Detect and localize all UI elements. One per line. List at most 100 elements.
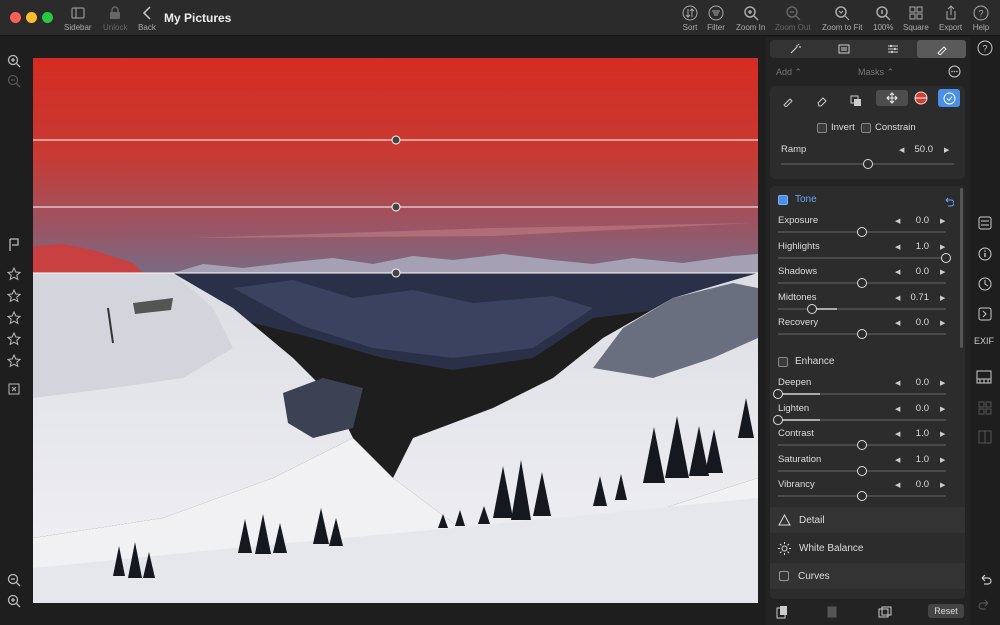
brush-tool-icon[interactable]: [782, 94, 794, 112]
slider-knob[interactable]: [941, 252, 951, 263]
adjustment-slider[interactable]: [778, 491, 946, 502]
scrollbar[interactable]: [960, 188, 963, 348]
slider-knob[interactable]: [862, 159, 873, 169]
adjust-panel-icon[interactable]: [978, 216, 992, 235]
tone-checkbox[interactable]: [778, 195, 788, 205]
adjustment-value[interactable]: 1.0: [899, 428, 929, 439]
ramp-slider[interactable]: [781, 159, 954, 169]
export-button[interactable]: Export: [939, 5, 962, 32]
adjustment-value[interactable]: 0.0: [899, 403, 929, 414]
star-icon[interactable]: [6, 353, 22, 369]
sidebar-button[interactable]: Sidebar: [64, 5, 92, 32]
increment-arrow-icon[interactable]: ▶: [940, 243, 945, 251]
split-view-icon[interactable]: [978, 430, 992, 449]
ramp-value[interactable]: 50.0: [903, 144, 934, 155]
increment-arrow-icon[interactable]: ▶: [940, 405, 945, 413]
adjustment-value[interactable]: 0.0: [899, 479, 929, 490]
zoom-out-button[interactable]: Zoom Out: [775, 5, 811, 32]
unlock-button[interactable]: Unlock: [103, 5, 127, 32]
constrain-checkbox[interactable]: [861, 123, 871, 133]
white-balance-section[interactable]: White Balance: [770, 535, 965, 561]
adjustment-value[interactable]: 0.0: [899, 317, 929, 328]
eraser-icon[interactable]: [816, 94, 828, 112]
adjustment-value[interactable]: 0.71: [899, 292, 930, 303]
grid-view-icon[interactable]: [978, 401, 992, 420]
sort-button[interactable]: Sort: [681, 5, 699, 32]
tab-brush[interactable]: [917, 40, 966, 58]
help-button[interactable]: ? Help: [972, 5, 990, 32]
history-icon[interactable]: [978, 277, 992, 296]
paste-adjustments-icon[interactable]: [826, 605, 838, 624]
filmstrip-icon[interactable]: [976, 370, 992, 389]
info-icon[interactable]: [978, 247, 992, 266]
reject-icon[interactable]: [6, 381, 22, 397]
slider-knob[interactable]: [857, 491, 867, 502]
help-icon[interactable]: ?: [977, 40, 993, 61]
slider-knob[interactable]: [857, 227, 867, 237]
zoom-in-icon[interactable]: [6, 572, 22, 588]
increment-arrow-icon[interactable]: ▶: [940, 217, 945, 225]
compare-icon[interactable]: [878, 605, 892, 623]
adjustment-value[interactable]: 1.0: [899, 241, 929, 252]
photo-with-gradient-mask[interactable]: [33, 58, 758, 603]
adjustment-slider[interactable]: [778, 303, 946, 314]
filter-button[interactable]: Filter: [707, 5, 725, 32]
flag-icon[interactable]: [6, 237, 22, 253]
slider-knob[interactable]: [773, 414, 783, 425]
increment-arrow-icon[interactable]: ▶: [940, 456, 945, 464]
undo-icon[interactable]: [943, 194, 955, 212]
increment-arrow-icon[interactable]: ▶: [940, 268, 945, 276]
adjustment-value[interactable]: 1.0: [899, 454, 929, 465]
chevron-right-icon[interactable]: [978, 307, 992, 326]
tab-auto[interactable]: [770, 40, 819, 58]
increment-arrow-icon[interactable]: ▶: [940, 319, 945, 327]
slider-knob[interactable]: [857, 278, 867, 289]
adjustment-value[interactable]: 0.0: [899, 377, 929, 388]
adjustment-value[interactable]: 0.0: [899, 215, 929, 226]
show-mask-button[interactable]: [938, 89, 960, 107]
slider-knob[interactable]: [857, 465, 867, 476]
invert-checkbox[interactable]: [817, 123, 827, 133]
star-icon[interactable]: [6, 266, 22, 282]
tab-adjust[interactable]: [868, 40, 917, 58]
zoom-100-button[interactable]: 100%: [873, 5, 893, 32]
back-button[interactable]: Back: [138, 5, 156, 32]
enhance-checkbox[interactable]: [778, 357, 788, 367]
star-icon[interactable]: [6, 331, 22, 347]
adjustment-slider[interactable]: [773, 414, 946, 425]
zoom-out-icon[interactable]: [6, 73, 22, 89]
duplicate-icon[interactable]: [850, 94, 862, 112]
curves-section[interactable]: Curves: [770, 563, 965, 589]
close-window-button[interactable]: [10, 12, 21, 23]
zoom-window-button[interactable]: [42, 12, 53, 23]
zoom-out-icon[interactable]: [6, 593, 22, 609]
zoom-in-button[interactable]: Zoom In: [736, 5, 765, 32]
increment-arrow-icon[interactable]: ▶: [940, 294, 945, 302]
tab-info[interactable]: [819, 40, 868, 58]
adjustment-value[interactable]: 0.0: [899, 266, 929, 277]
curves-checkbox[interactable]: [779, 571, 789, 581]
undo-icon[interactable]: [978, 574, 992, 593]
copy-adjustments-icon[interactable]: [776, 605, 788, 624]
increment-arrow-icon[interactable]: ▶: [944, 146, 949, 154]
redo-icon[interactable]: [978, 599, 992, 618]
adjustment-slider[interactable]: [778, 252, 951, 263]
more-options-icon[interactable]: [948, 65, 961, 83]
slider-knob[interactable]: [806, 303, 817, 314]
adjustment-slider[interactable]: [778, 465, 946, 476]
exif-button[interactable]: EXIF: [974, 336, 994, 346]
star-icon[interactable]: [6, 310, 22, 326]
increment-arrow-icon[interactable]: ▶: [940, 430, 945, 438]
slider-knob[interactable]: [857, 440, 867, 451]
reset-button[interactable]: Reset: [928, 604, 964, 618]
square-button[interactable]: Square: [903, 5, 929, 32]
adjustment-slider[interactable]: [778, 278, 946, 289]
minimize-window-button[interactable]: [26, 12, 37, 23]
masks-dropdown[interactable]: Masks ⌃: [858, 67, 894, 78]
adjustment-slider[interactable]: [778, 227, 946, 237]
gradient-mask-icon[interactable]: [914, 91, 928, 110]
adjustment-slider[interactable]: [778, 329, 946, 340]
slider-knob[interactable]: [857, 329, 867, 340]
star-icon[interactable]: [6, 288, 22, 304]
zoom-in-icon[interactable]: [6, 53, 22, 69]
